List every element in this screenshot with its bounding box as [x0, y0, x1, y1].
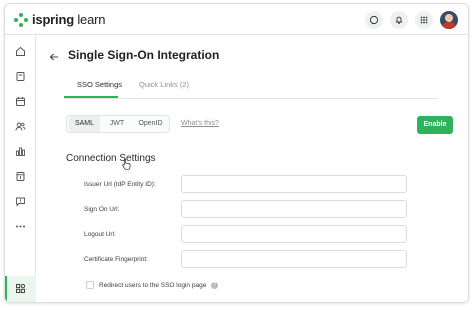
section-title: Connection Settings — [66, 153, 156, 164]
sign-on-url-input[interactable] — [181, 200, 407, 218]
catalog-icon[interactable] — [12, 168, 29, 185]
main-content: Single Sign-On Integration SSO Settings … — [36, 35, 468, 302]
integrations-icon[interactable] — [12, 280, 29, 297]
issuer-url-label: Issuer Url (IdP Entity ID): — [84, 181, 156, 188]
tab-quick-links[interactable]: Quick Links (2) — [139, 80, 189, 89]
protocol-openid[interactable]: OpenID — [133, 116, 168, 132]
whats-this-link[interactable]: What's this? — [181, 120, 219, 127]
brand-name: ispring — [32, 12, 74, 27]
tab-sso-settings[interactable]: SSO Settings — [77, 80, 122, 89]
sidebar — [5, 35, 36, 302]
help-chat-icon[interactable] — [365, 11, 383, 29]
feedback-icon[interactable] — [12, 193, 29, 210]
redirect-checkbox[interactable] — [86, 281, 94, 289]
reports-icon[interactable] — [12, 143, 29, 160]
redirect-option: Redirect users to the SSO login page ? — [86, 281, 219, 289]
protocol-selector: SAML JWT OpenID — [66, 115, 170, 133]
user-avatar[interactable] — [440, 11, 458, 29]
help-icon[interactable]: ? — [211, 281, 219, 289]
active-tab-underline — [64, 96, 118, 98]
ispring-logo[interactable]: ispring learn — [14, 12, 105, 27]
app-window: ispring learn Single Sign-On Integration… — [4, 3, 469, 303]
more-icon[interactable] — [12, 218, 29, 235]
protocol-saml[interactable]: SAML — [69, 116, 100, 132]
apps-grid-icon[interactable] — [415, 11, 433, 29]
logout-url-label: Logout Url: — [84, 231, 116, 238]
sign-on-url-label: Sign On Url: — [84, 206, 120, 213]
issuer-url-input[interactable] — [181, 175, 407, 193]
top-bar: ispring learn — [5, 4, 468, 35]
courses-icon[interactable] — [12, 68, 29, 85]
logout-url-input[interactable] — [181, 225, 407, 243]
tab-bar: SSO Settings Quick Links (2) — [64, 77, 438, 99]
home-icon[interactable] — [12, 43, 29, 60]
logo-mark-icon — [14, 12, 28, 27]
back-arrow-icon[interactable] — [49, 49, 59, 67]
redirect-label: Redirect users to the SSO login page — [99, 281, 207, 289]
certificate-fingerprint-label: Certificate Fingerprint: — [84, 256, 148, 263]
page-title: Single Sign-On Integration — [68, 48, 220, 62]
certificate-fingerprint-input[interactable] — [181, 250, 407, 268]
enable-button[interactable]: Enable — [417, 116, 453, 134]
brand-name-suffix: learn — [73, 12, 106, 27]
users-icon[interactable] — [12, 118, 29, 135]
notifications-bell-icon[interactable] — [390, 11, 408, 29]
protocol-jwt[interactable]: JWT — [104, 116, 130, 132]
calendar-icon[interactable] — [12, 93, 29, 110]
